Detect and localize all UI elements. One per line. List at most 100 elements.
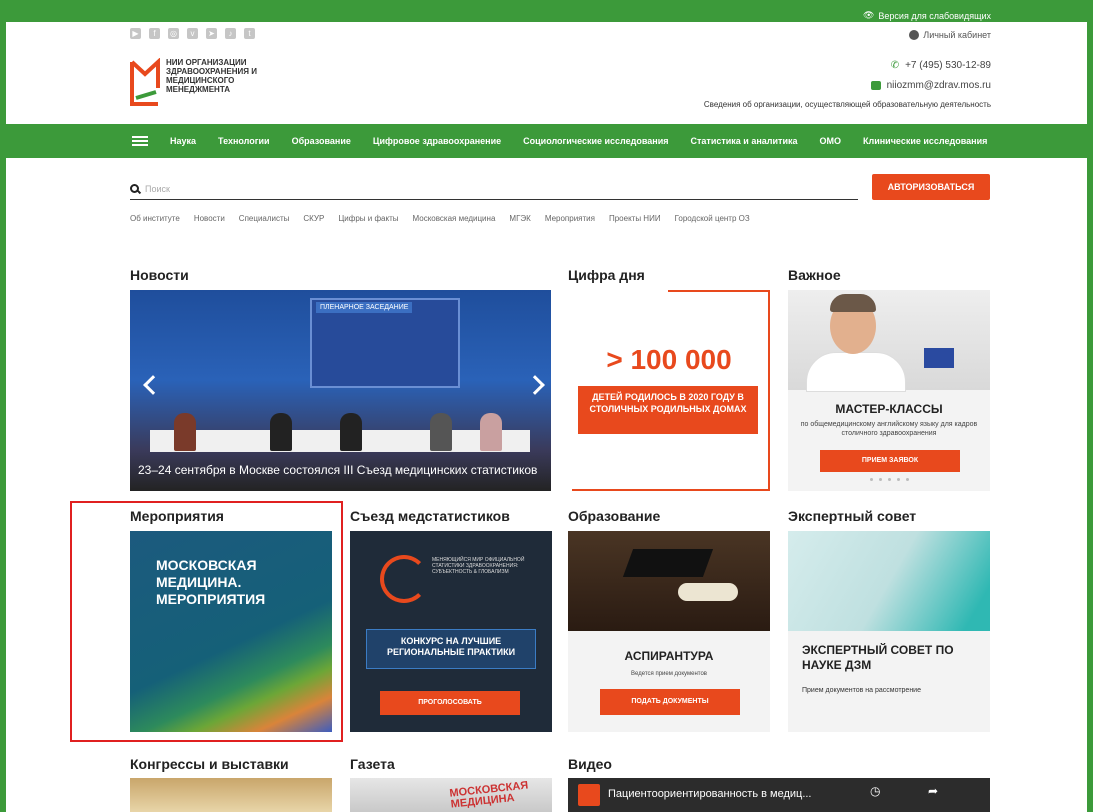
watch-later-icon[interactable]: ◷: [870, 784, 880, 798]
sublink-skur[interactable]: СКУР: [303, 214, 324, 223]
highlight-box: [70, 501, 343, 742]
logo-mark-icon: [130, 58, 160, 106]
news-slider[interactable]: ПЛЕНАРНОЕ ЗАСЕДАНИЕ 23–24 сентября в Мос…: [130, 290, 551, 491]
frame-gap: [568, 290, 572, 491]
uk-flag-icon: [924, 348, 954, 368]
sublink-projects[interactable]: Проекты НИИ: [609, 214, 661, 223]
nav-item-omo[interactable]: ОМО: [820, 136, 842, 146]
video-player[interactable]: Пациентоориентированность в медиц... ◷ ➦: [568, 778, 990, 812]
search-icon: [130, 184, 139, 193]
expert-council-card[interactable]: ЭКСПЕРТНЫЙ СОВЕТ ПО НАУКЕ ДЗМ Прием доку…: [788, 531, 990, 732]
personal-cabinet-link[interactable]: Личный кабинет: [909, 30, 991, 40]
vote-button[interactable]: ПРОГОЛОСОВАТЬ: [380, 691, 520, 715]
social-links: ▶ f ◎ v ➤ ♪ t: [130, 28, 255, 39]
newspaper-card[interactable]: МОСКОВСКАЯ МЕДИЦИНА: [350, 778, 552, 812]
vk-icon[interactable]: v: [187, 28, 198, 39]
graduation-cap-icon: [622, 549, 714, 577]
phone-icon: ✆: [890, 60, 900, 71]
video-title[interactable]: Пациентоориентированность в медиц...: [608, 788, 811, 800]
nav-item-statistics[interactable]: Статистика и аналитика: [691, 136, 798, 146]
sublink-facts[interactable]: Цифры и факты: [338, 214, 398, 223]
facebook-icon[interactable]: f: [149, 28, 160, 39]
nav-item-technologies[interactable]: Технологии: [218, 136, 270, 146]
sublink-events[interactable]: Мероприятия: [545, 214, 595, 223]
newspaper-label: МОСКОВСКАЯ МЕДИЦИНА: [448, 779, 529, 811]
sublink-mgek[interactable]: МГЭК: [509, 214, 530, 223]
tiktok-icon[interactable]: ♪: [225, 28, 236, 39]
section-title-congress: Съезд медстатистиков: [350, 508, 510, 524]
main-nav: Наука Технологии Образование Цифровое зд…: [6, 124, 1087, 158]
eye-icon: 👁: [862, 10, 875, 20]
sublink-moscow-medicine[interactable]: Московская медицина: [412, 214, 495, 223]
search-bar[interactable]: Поиск: [130, 178, 858, 200]
congress-photo[interactable]: [130, 778, 332, 812]
org-info-link[interactable]: Сведения об организации, осуществляющей …: [704, 100, 991, 109]
expert-card-desc: Прием документов на рассмотрение: [802, 687, 921, 694]
graduation-photo: [568, 531, 770, 631]
nav-item-clinical[interactable]: Клинические исследования: [863, 136, 987, 146]
digit-number: > 100 000: [606, 344, 732, 375]
sublink-specialists[interactable]: Специалисты: [239, 214, 290, 223]
logo[interactable]: НИИ ОРГАНИЗАЦИИ ЗДРАВООХРАНЕНИЯ И МЕДИЦИ…: [130, 58, 296, 110]
section-title-important: Важное: [788, 267, 841, 283]
twitter-icon[interactable]: t: [244, 28, 255, 39]
sublink-about[interactable]: Об институте: [130, 214, 180, 223]
congress-ring-text: МЕНЯЮЩИЙСЯ МИР ОФИЦИАЛЬНОЙ СТАТИСТИКИ ЗД…: [432, 557, 525, 575]
youtube-icon[interactable]: ▶: [130, 28, 141, 39]
slider-dots[interactable]: [870, 478, 909, 481]
lab-photo: [788, 531, 990, 631]
education-card[interactable]: АСПИРАНТУРА Ведется прием документов ПОД…: [568, 531, 770, 732]
sublink-city-center[interactable]: Городской центр ОЗ: [675, 214, 750, 223]
congress-logo-icon: [380, 555, 428, 603]
submit-documents-button[interactable]: ПОДАТЬ ДОКУМЕНТЫ: [600, 689, 740, 715]
section-title-news: Новости: [130, 267, 189, 283]
logo-text: НИИ ОРГАНИЗАЦИИ ЗДРАВООХРАНЕНИЯ И МЕДИЦИ…: [166, 58, 257, 94]
prev-arrow-icon[interactable]: [143, 375, 163, 395]
channel-logo-icon: [578, 784, 600, 806]
phone-number: +7 (495) 530-12-89: [905, 60, 991, 71]
section-title-congresses: Конгрессы и выставки: [130, 756, 289, 772]
digit-of-day-card[interactable]: > 100 000 ДЕТЕЙ РОДИЛОСЬ В 2020 ГОДУ В С…: [568, 290, 770, 491]
next-arrow-icon[interactable]: [525, 375, 545, 395]
instagram-icon[interactable]: ◎: [168, 28, 179, 39]
search-input[interactable]: Поиск: [145, 184, 170, 194]
nav-item-digital-health[interactable]: Цифровое здравоохранение: [373, 136, 501, 146]
doctor-coat: [806, 352, 906, 392]
important-card[interactable]: МАСТЕР-КЛАССЫ по общемедицинскому англий…: [788, 290, 990, 491]
congress-card[interactable]: МЕНЯЮЩИЙСЯ МИР ОФИЦИАЛЬНОЙ СТАТИСТИКИ ЗД…: [350, 531, 552, 732]
contacts: ✆ +7 (495) 530-12-89 niiozmm@zdrav.mos.ru…: [704, 60, 991, 118]
accessible-version-link[interactable]: 👁 Версия для слабовидящих: [863, 10, 991, 21]
menu-icon[interactable]: [132, 136, 148, 146]
section-title-education: Образование: [568, 508, 661, 524]
section-title-newspaper: Газета: [350, 756, 395, 772]
education-card-desc: Ведется прием документов: [631, 671, 707, 677]
share-icon[interactable]: ➦: [928, 784, 938, 798]
speaker-figure: [430, 413, 452, 451]
nav-item-sociology[interactable]: Социологические исследования: [523, 136, 668, 146]
speaker-figure: [174, 413, 196, 451]
email-row[interactable]: niiozmm@zdrav.mos.ru: [704, 80, 991, 91]
section-title-video: Видео: [568, 756, 612, 772]
section-title-digit: Цифра дня: [568, 267, 645, 283]
expert-card-title: ЭКСПЕРТНЫЙ СОВЕТ ПО НАУКЕ ДЗМ: [802, 643, 954, 672]
accessible-version-label: Версия для слабовидящих: [878, 10, 991, 21]
news-caption[interactable]: 23–24 сентября в Москве состоялся III Съ…: [138, 464, 538, 477]
apply-button[interactable]: ПРИЕМ ЗАЯВОК: [820, 450, 960, 472]
sub-navigation: Об институте Новости Специалисты СКУР Ци…: [130, 214, 750, 223]
contest-box: КОНКУРС НА ЛУЧШИЕ РЕГИОНАЛЬНЫЕ ПРАКТИКИ: [366, 629, 536, 669]
nav-item-education[interactable]: Образование: [292, 136, 351, 146]
telegram-icon[interactable]: ➤: [206, 28, 217, 39]
speaker-figure: [270, 413, 292, 451]
important-card-desc: по общемедицинскому английскому языку дл…: [800, 421, 978, 437]
doctor-hair: [830, 294, 876, 312]
authorize-button[interactable]: АВТОРИЗОВАТЬСЯ: [872, 174, 990, 200]
important-card-title: МАСТЕР-КЛАССЫ: [835, 402, 943, 416]
email-address: niiozmm@zdrav.mos.ru: [886, 80, 991, 91]
screen-label: ПЛЕНАРНОЕ ЗАСЕДАНИЕ: [316, 302, 413, 313]
nav-item-science[interactable]: Наука: [170, 136, 196, 146]
diploma-icon: [678, 583, 738, 601]
sublink-news[interactable]: Новости: [194, 214, 225, 223]
section-title-expert: Экспертный совет: [788, 508, 917, 524]
digit-text: ДЕТЕЙ РОДИЛОСЬ В 2020 ГОДУ В СТОЛИЧНЫХ Р…: [578, 386, 758, 434]
phone-row[interactable]: ✆ +7 (495) 530-12-89: [704, 60, 991, 71]
